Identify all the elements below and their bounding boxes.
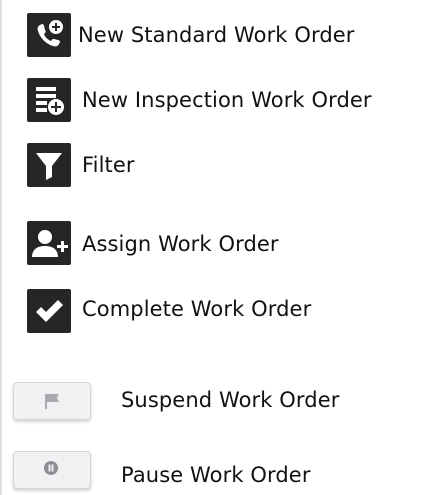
filter-label: Filter bbox=[82, 153, 135, 177]
pause-work-order-label: Pause Work Order bbox=[121, 463, 311, 487]
complete-work-order-label: Complete Work Order bbox=[82, 297, 312, 321]
phone-add-icon[interactable] bbox=[27, 13, 71, 57]
new-inspection-work-order-label: New Inspection Work Order bbox=[82, 88, 372, 112]
checkmark-icon[interactable] bbox=[27, 289, 71, 333]
list-add-icon[interactable] bbox=[27, 78, 71, 122]
assign-work-order-label: Assign Work Order bbox=[82, 232, 279, 256]
flag-icon[interactable] bbox=[13, 382, 91, 420]
new-standard-work-order-label: New Standard Work Order bbox=[78, 23, 355, 47]
left-edge-divider bbox=[0, 0, 2, 495]
suspend-work-order-label: Suspend Work Order bbox=[121, 388, 340, 412]
user-add-icon[interactable] bbox=[27, 221, 71, 265]
filter-icon[interactable] bbox=[27, 143, 71, 187]
pause-icon[interactable] bbox=[13, 451, 91, 489]
